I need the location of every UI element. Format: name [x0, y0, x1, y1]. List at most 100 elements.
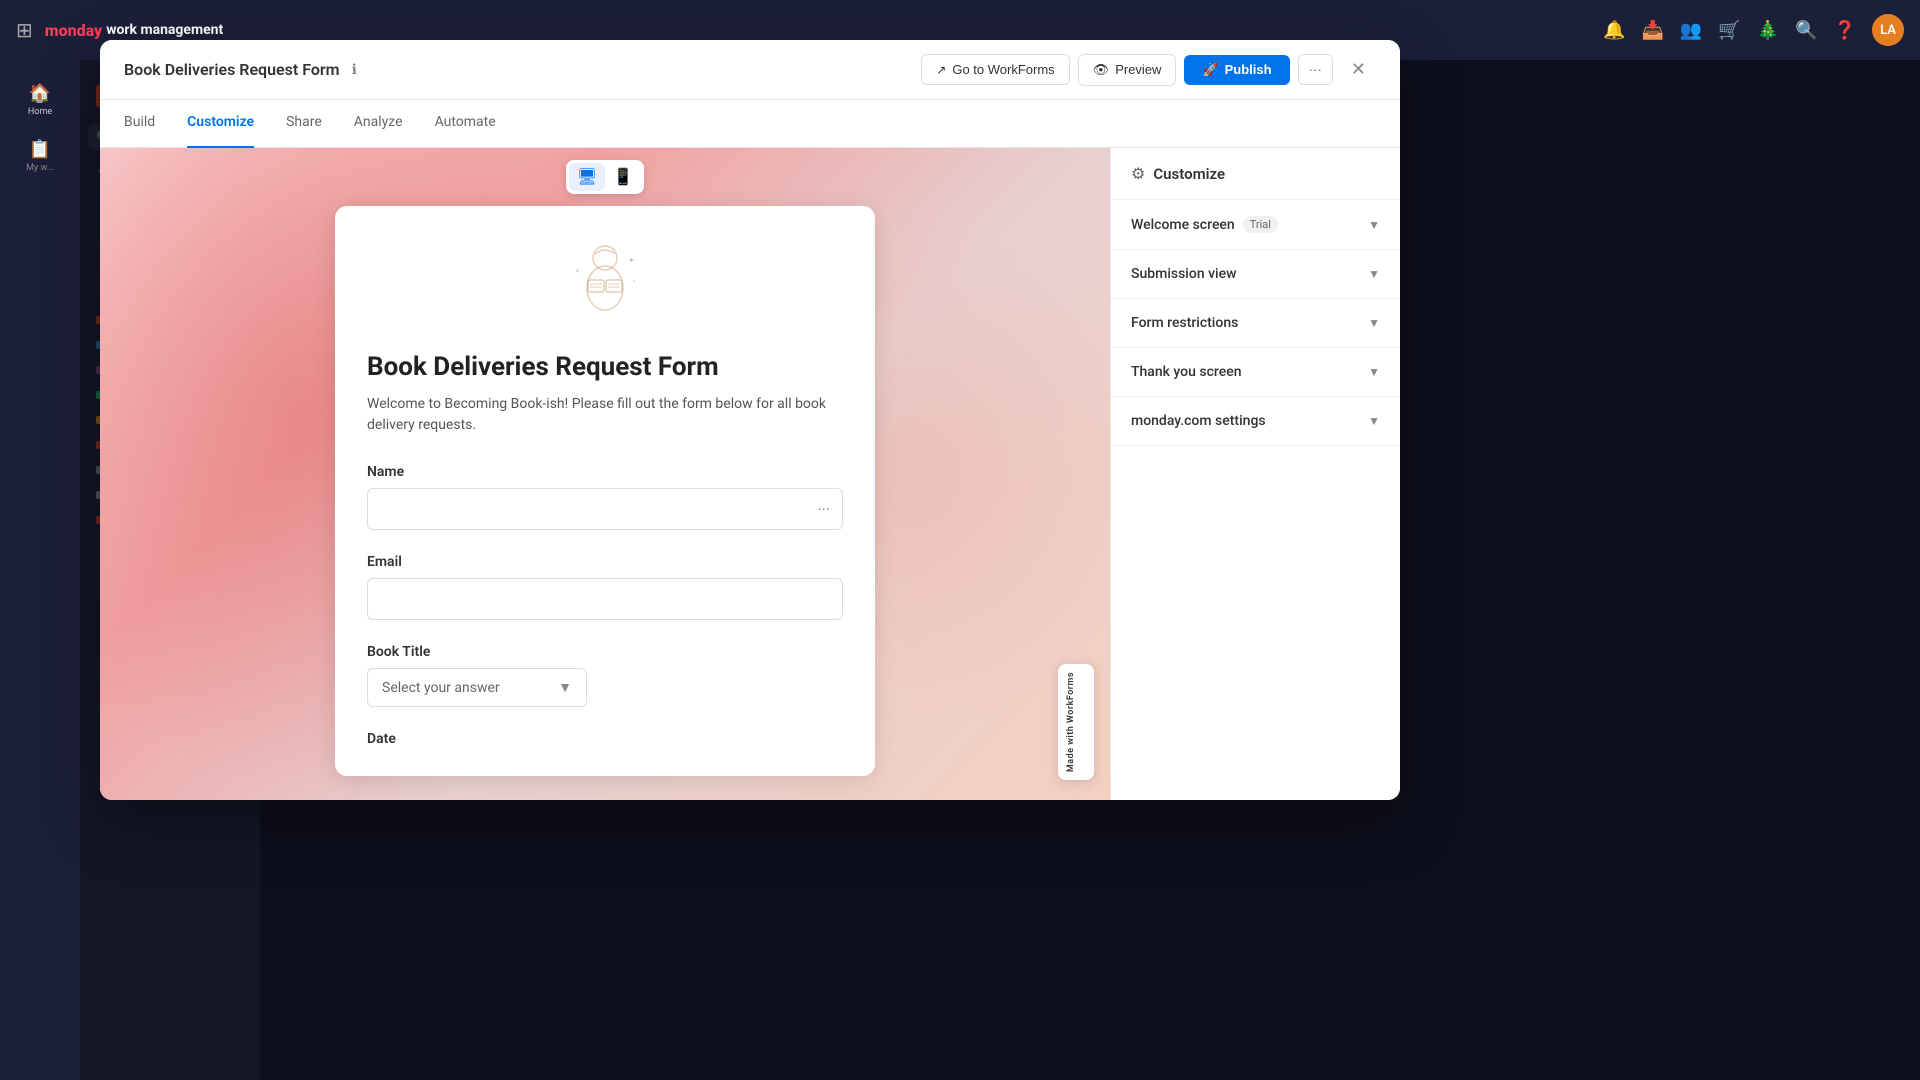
accordion-welcome-screen: Welcome screen Trial ▼	[1111, 200, 1400, 250]
logo-rest: work management	[106, 22, 223, 38]
name-input[interactable]: ···	[367, 488, 843, 530]
sidebar-item-mywork-label: My w...	[26, 163, 54, 173]
tab-share[interactable]: Share	[286, 100, 322, 148]
tab-build-label: Build	[124, 114, 155, 130]
form-description: Welcome to Becoming Book-ish! Please fil…	[367, 394, 843, 436]
book-title-select[interactable]: Select your answer ▼	[367, 668, 587, 707]
gear-icon: ⚙	[1131, 164, 1145, 183]
form-restrictions-label: Form restrictions	[1131, 315, 1238, 331]
welcome-screen-label: Welcome screen	[1131, 217, 1235, 233]
publish-button[interactable]: 🚀 Publish	[1184, 55, 1289, 85]
email-input[interactable]	[367, 578, 843, 620]
form-restrictions-chevron: ▼	[1368, 316, 1380, 330]
svg-text:✦: ✦	[575, 268, 580, 275]
home-icon: 🏠	[29, 83, 51, 104]
modal-title: Book Deliveries Request Form	[124, 60, 340, 79]
welcome-screen-header[interactable]: Welcome screen Trial ▼	[1111, 200, 1400, 249]
select-chevron-icon: ▼	[558, 679, 572, 696]
submission-view-header[interactable]: Submission view ▼	[1111, 250, 1400, 298]
svg-text:✦: ✦	[628, 256, 635, 265]
email-field-label: Email	[367, 554, 843, 570]
svg-text:✦: ✦	[632, 279, 636, 285]
close-modal-button[interactable]: ✕	[1341, 52, 1376, 87]
name-field-label: Name	[367, 464, 843, 480]
monday-settings-chevron: ▼	[1368, 414, 1380, 428]
submission-view-chevron: ▼	[1368, 267, 1380, 281]
form-modal: Book Deliveries Request Form ℹ ↗ Go to W…	[100, 40, 1400, 800]
sidebar-item-home[interactable]: 🏠 Home	[12, 76, 68, 124]
invite-icon[interactable]: 👥	[1680, 20, 1702, 41]
modal-tabs: Build Customize Share Analyze Automate	[100, 100, 1400, 148]
workforms-badge-text: Made with WorkForms	[1066, 672, 1076, 772]
publish-label: Publish	[1225, 62, 1272, 77]
help-icon[interactable]: ❓	[1834, 20, 1856, 41]
customize-panel: ⚙ Customize Welcome screen Trial ▼ Submi…	[1110, 148, 1400, 800]
form-preview-area: 🖥 📱	[100, 148, 1110, 800]
top-nav-icons: 🔔 📥 👥 🛒 🎄 🔍 ❓ LA	[1603, 14, 1904, 46]
notifications-icon[interactable]: 🔔	[1603, 20, 1625, 41]
marketplace-icon[interactable]: 🛒	[1718, 20, 1740, 41]
book-title-field-label: Book Title	[367, 644, 843, 660]
preview-button[interactable]: 👁 Preview	[1078, 54, 1177, 86]
monday-settings-label: monday.com settings	[1131, 413, 1266, 429]
user-avatar[interactable]: LA	[1872, 14, 1904, 46]
trial-badge: Trial	[1243, 216, 1278, 233]
inbox-icon[interactable]: 📥	[1641, 20, 1663, 41]
customize-panel-title: Customize	[1153, 165, 1225, 183]
integrations-icon[interactable]: 🎄	[1757, 20, 1779, 41]
sidebar: 🏠 Home 📋 My w...	[0, 60, 80, 1080]
search-icon[interactable]: 🔍	[1795, 20, 1817, 41]
publish-rocket-icon: 🚀	[1202, 62, 1218, 78]
customize-panel-header: ⚙ Customize	[1111, 148, 1400, 200]
form-restrictions-header[interactable]: Form restrictions ▼	[1111, 299, 1400, 347]
accordion-submission-view: Submission view ▼	[1111, 250, 1400, 299]
form-logo-area: ✦ ✦ ✦	[367, 238, 843, 328]
accordion-form-restrictions: Form restrictions ▼	[1111, 299, 1400, 348]
tab-customize[interactable]: Customize	[187, 100, 254, 148]
apps-grid-icon[interactable]: ⊞	[16, 18, 33, 42]
goto-workforms-button[interactable]: ↗ Go to WorkForms	[921, 54, 1069, 85]
tab-customize-label: Customize	[187, 114, 254, 130]
thank-you-screen-header[interactable]: Thank you screen ▼	[1111, 348, 1400, 396]
ellipsis-icon: ···	[1309, 62, 1322, 77]
desktop-icon: 🖥	[577, 167, 597, 187]
book-title-field: Book Title Select your answer ▼	[367, 644, 843, 707]
sidebar-item-home-label: Home	[28, 107, 52, 117]
sidebar-item-mywork[interactable]: 📋 My w...	[12, 132, 68, 180]
workforms-badge[interactable]: Made with WorkForms	[1058, 664, 1094, 780]
thank-you-screen-chevron: ▼	[1368, 365, 1380, 379]
accordion-thank-you-screen: Thank you screen ▼	[1111, 348, 1400, 397]
submission-view-label: Submission view	[1131, 266, 1237, 282]
modal-header-actions: ↗ Go to WorkForms 👁 Preview 🚀 Publish ··…	[921, 52, 1376, 87]
form-title: Book Deliveries Request Form	[367, 352, 843, 382]
desktop-view-button[interactable]: 🖥	[569, 163, 605, 191]
device-toggle: 🖥 📱	[566, 160, 644, 194]
form-logo-image: ✦ ✦ ✦	[560, 238, 650, 328]
date-field-label: Date	[367, 731, 843, 747]
logo-monday: monday	[45, 21, 102, 40]
tab-analyze[interactable]: Analyze	[354, 100, 403, 148]
tab-build[interactable]: Build	[124, 100, 155, 148]
name-field: Name ···	[367, 464, 843, 530]
mobile-view-button[interactable]: 📱	[605, 163, 641, 191]
app-logo: monday work management	[45, 21, 223, 40]
modal-body: 🖥 📱	[100, 148, 1400, 800]
name-input-dots-icon[interactable]: ···	[817, 500, 830, 519]
welcome-screen-label-row: Welcome screen Trial	[1131, 216, 1278, 233]
info-icon[interactable]: ℹ	[352, 62, 357, 78]
monday-settings-header[interactable]: monday.com settings ▼	[1111, 397, 1400, 445]
close-icon: ✕	[1351, 59, 1366, 79]
thank-you-screen-label: Thank you screen	[1131, 364, 1242, 380]
external-link-icon: ↗	[936, 63, 946, 77]
mobile-icon: 📱	[613, 167, 633, 187]
tab-analyze-label: Analyze	[354, 114, 403, 130]
date-field: Date	[367, 731, 843, 747]
tab-automate[interactable]: Automate	[435, 100, 496, 148]
goto-workforms-label: Go to WorkForms	[952, 62, 1054, 77]
select-placeholder: Select your answer	[382, 680, 500, 696]
welcome-screen-chevron: ▼	[1368, 218, 1380, 232]
modal-header: Book Deliveries Request Form ℹ ↗ Go to W…	[100, 40, 1400, 100]
accordion-monday-settings: monday.com settings ▼	[1111, 397, 1400, 446]
eye-icon: 👁	[1093, 62, 1110, 78]
more-options-button[interactable]: ···	[1298, 54, 1333, 85]
